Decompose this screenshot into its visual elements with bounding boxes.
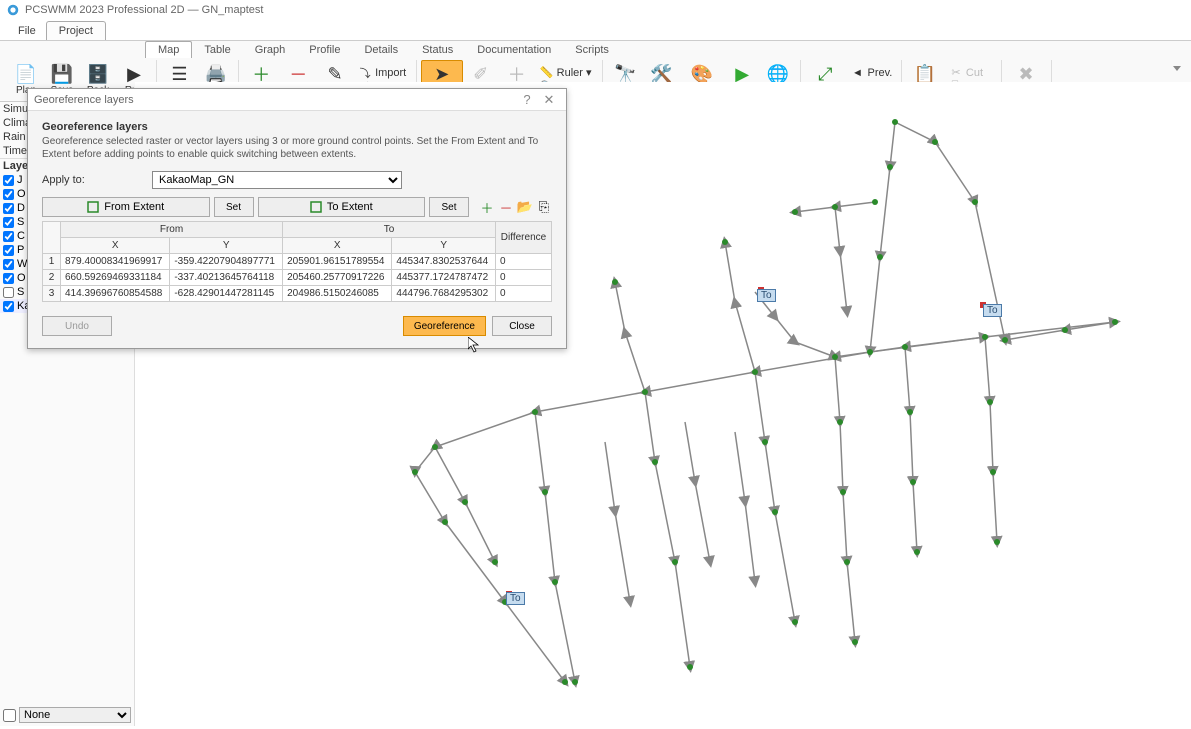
sidebar-bottom: None	[0, 704, 134, 726]
apply-to-select[interactable]: KakaoMap_GN	[152, 171, 402, 189]
control-points-table: From To Difference X Y X Y 1879.40008341…	[42, 221, 552, 302]
layer-check[interactable]	[3, 231, 14, 242]
extent-icon	[310, 201, 322, 213]
tab-status[interactable]: Status	[410, 42, 465, 58]
tab-profile[interactable]: Profile	[297, 42, 352, 58]
folder-icon[interactable]: 📂	[517, 199, 533, 215]
prev-button[interactable]: ◄Prev.	[845, 66, 897, 80]
menu-file[interactable]: File	[8, 22, 46, 40]
col-to: To	[283, 222, 496, 238]
dialog-description: Georeference selected raster or vector l…	[42, 136, 552, 161]
layer-check[interactable]	[3, 217, 14, 228]
copy-grid-icon[interactable]: ⎘	[536, 199, 552, 215]
ruler-button[interactable]: 📏Ruler▾	[535, 66, 599, 80]
tabstrip: Map Table Graph Profile Details Status D…	[0, 40, 1191, 58]
table-row[interactable]: 2660.59269469331184-337.4021364576411820…	[43, 270, 552, 286]
layer-check[interactable]	[3, 203, 14, 214]
to-set-button[interactable]: Set	[429, 197, 469, 217]
georeference-button[interactable]: Georeference	[403, 316, 486, 336]
bottom-select[interactable]: None	[19, 707, 131, 723]
table-row[interactable]: 1879.40008341969917-359.4220790489777120…	[43, 254, 552, 270]
layer-check[interactable]	[3, 287, 14, 298]
tab-scripts[interactable]: Scripts	[563, 42, 621, 58]
layer-check[interactable]	[3, 245, 14, 256]
layer-check[interactable]	[3, 259, 14, 270]
to-extent-button[interactable]: To Extent	[258, 197, 426, 217]
tab-map[interactable]: Map	[145, 41, 192, 58]
extent-icon	[87, 201, 99, 213]
app-icon	[6, 3, 20, 17]
from-set-button[interactable]: Set	[214, 197, 254, 217]
menubar: File Project	[0, 20, 1191, 40]
remove-point-icon[interactable]: －	[498, 199, 514, 215]
undo-button[interactable]: Undo	[42, 316, 112, 336]
dialog-close-button[interactable]: Close	[492, 316, 552, 336]
col-from: From	[61, 222, 283, 238]
help-icon[interactable]: ?	[516, 92, 538, 107]
tab-details[interactable]: Details	[352, 42, 410, 58]
to-marker: To	[983, 304, 1002, 317]
cut-button[interactable]: ✂Cut	[944, 66, 997, 80]
window-titlebar: PCSWMM 2023 Professional 2D — GN_maptest	[0, 0, 1191, 20]
bottom-check[interactable]	[3, 709, 16, 722]
window-title: PCSWMM 2023 Professional 2D — GN_maptest	[25, 4, 263, 16]
close-icon[interactable]: ✕	[538, 92, 560, 108]
tab-documentation[interactable]: Documentation	[465, 42, 563, 58]
tab-table[interactable]: Table	[192, 42, 242, 58]
layer-check[interactable]	[3, 189, 14, 200]
apply-to-label: Apply to:	[42, 174, 152, 186]
dialog-header: Georeference layers	[42, 121, 552, 133]
georeference-dialog: Georeference layers ? ✕ Georeference lay…	[27, 88, 567, 349]
import-button[interactable]: ⤵Import	[353, 66, 412, 80]
from-extent-button[interactable]: From Extent	[42, 197, 210, 217]
add-point-icon[interactable]: ＋	[479, 199, 495, 215]
to-marker: To	[506, 592, 525, 605]
col-diff: Difference	[496, 222, 552, 254]
layer-check[interactable]	[3, 273, 14, 284]
dialog-titlebar[interactable]: Georeference layers ? ✕	[28, 89, 566, 111]
menu-project[interactable]: Project	[46, 21, 106, 40]
table-row[interactable]: 3414.39696760854588-628.4290144728114520…	[43, 286, 552, 302]
layer-check[interactable]	[3, 301, 14, 312]
tab-graph[interactable]: Graph	[243, 42, 298, 58]
to-marker: To	[757, 289, 776, 302]
dialog-title: Georeference layers	[34, 94, 516, 106]
layer-check[interactable]	[3, 175, 14, 186]
